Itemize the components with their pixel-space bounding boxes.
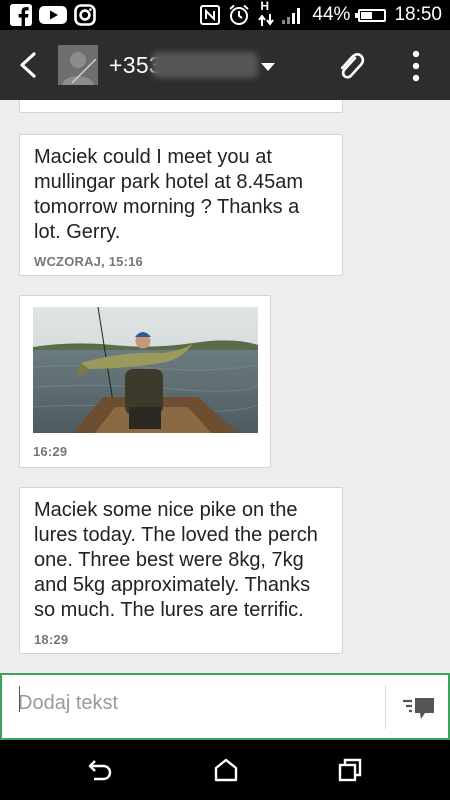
message-bubble[interactable]: Maciek some nice pike on the lures today… <box>19 487 343 654</box>
back-icon <box>20 52 36 78</box>
network-activity-icon: H <box>258 0 275 27</box>
notification-icons <box>10 4 96 26</box>
message-timestamp: WCZORAJ, 15:16 <box>34 254 143 269</box>
navigation-bar <box>0 740 450 800</box>
home-button[interactable] <box>212 757 240 783</box>
clock: 18:50 <box>394 4 442 25</box>
facebook-icon <box>10 4 32 26</box>
system-status: H 44% 18:50 <box>200 0 442 27</box>
compose-divider <box>385 685 386 729</box>
home-icon <box>214 758 238 782</box>
text-cursor <box>19 686 20 712</box>
back-nav-button[interactable] <box>86 757 114 783</box>
alarm-icon <box>228 4 250 26</box>
send-icon <box>403 698 434 719</box>
back-button[interactable] <box>12 48 46 82</box>
avatar[interactable] <box>58 45 98 85</box>
status-bar: H 44% 18:50 <box>0 0 450 30</box>
battery-icon <box>355 8 387 22</box>
message-bubble-image[interactable]: 16:29 <box>19 295 271 468</box>
redacted-number <box>152 52 258 78</box>
attach-button[interactable] <box>336 50 366 82</box>
battery-percent: 44% <box>312 4 351 25</box>
message-bubble-partial: ​ <box>19 100 343 113</box>
message-timestamp: 16:29 <box>33 444 68 459</box>
message-text: Maciek some nice pike on the lures today… <box>34 499 318 621</box>
nfc-icon <box>200 5 221 25</box>
instagram-icon <box>74 4 96 26</box>
paperclip-icon <box>340 53 365 79</box>
message-text: Maciek could I meet you at mullingar par… <box>34 146 304 243</box>
recents-button[interactable] <box>336 757 364 783</box>
back-nav-icon <box>88 760 112 781</box>
photo-attachment[interactable] <box>33 307 258 433</box>
chevron-down-icon <box>261 63 275 71</box>
network-type-label: H <box>260 0 270 13</box>
signal-icon <box>282 6 304 24</box>
message-timestamp: 18:29 <box>34 632 69 647</box>
message-bubble[interactable]: Maciek could I meet you at mullingar par… <box>19 134 343 276</box>
conversation-list[interactable]: ​ Maciek could I meet you at mullingar p… <box>0 100 450 673</box>
message-input[interactable] <box>18 683 368 723</box>
recents-icon <box>338 758 362 782</box>
action-bar: +353 <box>0 30 450 100</box>
compose-bar <box>0 673 450 740</box>
contact-dropdown-button[interactable] <box>259 60 277 74</box>
send-button[interactable] <box>401 694 437 722</box>
youtube-icon <box>39 4 67 26</box>
more-vert-icon <box>412 50 420 82</box>
more-options-button[interactable] <box>405 48 427 84</box>
